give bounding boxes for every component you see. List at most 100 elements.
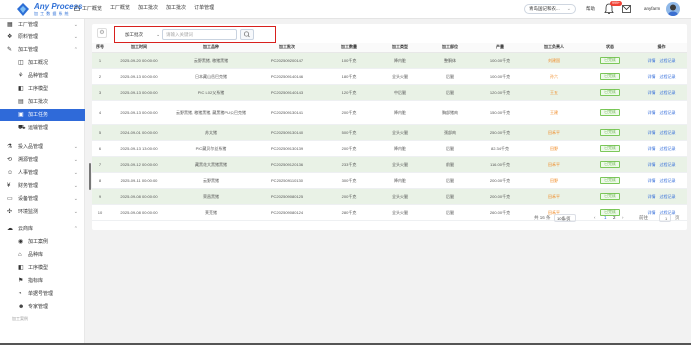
factory-select[interactable]: 青岛国记和农... ⌄ <box>524 4 576 14</box>
cell-variety: PIC藏贝尔丝系猪 <box>170 140 252 157</box>
cell-time: 2025-09-08 00:00:00 <box>108 188 170 205</box>
sidebar-item-20[interactable]: ⚑ 指标库 <box>0 275 85 287</box>
sidebar-item-9[interactable]: ⛟ 运输管理 <box>0 122 85 134</box>
sidebar-item-17[interactable]: ◉ 加工案例 <box>0 236 85 248</box>
process-record-link[interactable]: 过程记录 <box>660 58 676 63</box>
sidebar-item-18[interactable]: ⌂ 品种库 <box>0 249 85 261</box>
table-row[interactable]: 9 2025-09-08 00:00:00 荣昌黑猪 PC202509080125 20… <box>92 188 687 205</box>
help-link[interactable]: 帮助 <box>586 6 595 12</box>
page-button-2[interactable]: 2 <box>613 215 616 220</box>
main-panel: ⚙ 加工批次 ⌄ 请输入关键词 序号 加工时间 加工品种 加工批次 加工数量 加工类型 加工… <box>92 24 687 230</box>
sidebar-item-label: 工序模型 <box>28 265 49 271</box>
top-tab-label: 加工批次 <box>166 5 187 11</box>
table-row[interactable]: 8 2025-09-11 00:00:00 云野黑猪 PC202509110130 30… <box>92 172 687 189</box>
cell-yield: 120.00千克 <box>476 84 524 101</box>
process-record-link[interactable]: 过程记录 <box>660 74 676 79</box>
process-record-link[interactable]: 过程记录 <box>660 178 676 183</box>
chevron-down-icon: ⌄ <box>566 6 571 12</box>
sidebar-item-21[interactable]: ◔ 单据号管理 <box>0 288 85 300</box>
cell-variety: 云野黑猪 <box>170 172 252 189</box>
page-button-1[interactable]: 1 <box>604 215 607 220</box>
sidebar-item-22[interactable]: ☻ 专家管理 <box>0 301 85 313</box>
process-record-link[interactable]: 过程记录 <box>660 110 676 115</box>
sidebar-scrollbar[interactable] <box>89 163 91 190</box>
next-page-icon[interactable]: › <box>622 215 624 220</box>
sidebar-item-3[interactable]: ✎ 加工管理 ⌃ <box>0 44 85 56</box>
cell-yield: 100.00千克 <box>476 52 524 69</box>
cell-owner: 田禾平 <box>524 156 584 173</box>
settings-button[interactable]: ⚙ <box>97 28 107 38</box>
detail-link[interactable]: 详情 <box>648 162 656 167</box>
process-record-link[interactable]: 过程记录 <box>660 146 676 151</box>
mail-icon[interactable] <box>622 5 631 13</box>
detail-link[interactable]: 详情 <box>648 110 656 115</box>
top-tab-1[interactable]: 工厂概览 <box>74 5 102 15</box>
sidebar-item-10[interactable]: ⚗ 投入品管理 ⌄ <box>0 141 85 153</box>
status-badge: 已完成 <box>600 160 620 168</box>
sidebar-item-19[interactable]: ◧ 工序模型 <box>0 262 85 274</box>
process-record-link[interactable]: 过程记录 <box>660 90 676 95</box>
sidebar-item-7[interactable]: ▤ 加工批次 <box>0 96 85 108</box>
top-tab-2[interactable]: 工厂概览 <box>110 5 130 15</box>
top-tab-4[interactable]: 加工批次 <box>166 5 186 15</box>
avatar[interactable] <box>666 2 680 16</box>
sidebar-item-12[interactable]: ☺ 人事管理 ⌄ <box>0 167 85 179</box>
detail-link[interactable]: 详情 <box>648 74 656 79</box>
cell-qty: 200千克 <box>322 100 376 125</box>
search-button[interactable] <box>240 29 254 40</box>
cell-qty: 100千克 <box>322 52 376 69</box>
sidebar-item-4[interactable]: ◫ 加工概况 <box>0 57 85 69</box>
table-row[interactable]: 2 2025-09-13 00:00:00 日本藏山岳巴克猪 PC2025091401… <box>92 68 687 85</box>
page-size-select[interactable]: 10条/页 <box>554 214 576 222</box>
page-unit-label: 页 <box>675 215 680 220</box>
detail-link[interactable]: 详情 <box>648 130 656 135</box>
cell-qty: 200千克 <box>322 188 376 205</box>
detail-link[interactable]: 详情 <box>648 194 656 199</box>
table-row[interactable]: 1 2025-09-20 00:00:00 云野黑猪, 粮猪黑猪 PC20250920… <box>92 52 687 69</box>
table-row[interactable]: 7 2025-09-12 00:00:00 藏黑花大黑猪黑猪 PC2025091201… <box>92 156 687 173</box>
column-header: 加工负责人 <box>524 43 584 53</box>
table-row[interactable]: 6 2025-09-13 13:00:00 PIC藏贝尔丝系猪 PC202509130… <box>92 140 687 157</box>
detail-link[interactable]: 详情 <box>648 146 656 151</box>
cell-type: 降内脏 <box>376 100 424 125</box>
cell-part: 颈部肉 <box>424 124 476 141</box>
sidebar-item-2[interactable]: ❖ 原料管理 ⌄ <box>0 31 85 43</box>
cell-variety: 藏黑花大黑猪黑猪 <box>170 156 252 173</box>
sidebar-item-13[interactable]: ¥ 财务管理 ⌄ <box>0 180 85 192</box>
sidebar-item-label: 加工批次 <box>28 99 49 105</box>
process-record-link[interactable]: 过程记录 <box>660 130 676 135</box>
goto-page-input[interactable]: 1 <box>659 214 671 222</box>
sidebar-item-8[interactable]: ▣ 加工任务 <box>0 109 85 121</box>
sidebar-item-label: 品种管理 <box>28 73 49 79</box>
table-row[interactable]: 5 2024-09-01 00:00:00 苏太猪 PC202509130140 500… <box>92 124 687 141</box>
user-name[interactable]: anyfarm <box>644 6 660 11</box>
cell-status: 已完成 <box>584 124 636 141</box>
search-input[interactable]: 请输入关键词 <box>162 29 237 40</box>
sidebar-item-11[interactable]: ⟲ 溯源管理 ⌄ <box>0 154 85 166</box>
detail-link[interactable]: 详情 <box>648 58 656 63</box>
process-record-link[interactable]: 过程记录 <box>660 194 676 199</box>
top-tab-3[interactable]: 加工批次 <box>138 5 158 15</box>
sidebar-item-1[interactable]: ▦ 工厂管理 ⌄ <box>0 19 85 31</box>
cell-owner: 王建 <box>524 100 584 125</box>
sidebar-item-16[interactable]: ☁ 云商库 ⌃ <box>0 223 85 235</box>
home-icon <box>74 5 80 11</box>
table-row[interactable]: 4 2025-09-13 00:00:00 云野黑猪, 粮猪黑猪, 藏黑猪PU公巴克… <box>92 100 687 125</box>
chevron-up-icon: ⌃ <box>73 47 78 53</box>
search-field-select[interactable]: 加工批次 ⌄ <box>120 29 160 40</box>
sidebar-item-14[interactable]: ▭ 设备管理 ⌄ <box>0 193 85 205</box>
detail-link[interactable]: 详情 <box>648 178 656 183</box>
chevron-down-icon: ⌄ <box>73 144 78 150</box>
top-tab-5[interactable]: 订单管理 <box>194 5 214 15</box>
prev-page-icon[interactable]: ‹ <box>594 215 596 220</box>
cell-part: 后腿 <box>424 188 476 205</box>
cell-batch: PC202509130140 <box>252 124 322 141</box>
table-row[interactable]: 3 2025-09-13 00:00:00 PIC L02父系猪 PC20250914… <box>92 84 687 101</box>
detail-link[interactable]: 详情 <box>648 90 656 95</box>
cell-yield: 100.00千克 <box>476 68 524 85</box>
cell-variety: PIC L02父系猪 <box>170 84 252 101</box>
sidebar-item-5[interactable]: ⚘ 品种管理 <box>0 70 85 82</box>
sidebar-item-15[interactable]: ✣ 环境监测 ⌄ <box>0 206 85 218</box>
process-record-link[interactable]: 过程记录 <box>660 162 676 167</box>
sidebar-item-6[interactable]: ◧ 工序模型 <box>0 83 85 95</box>
